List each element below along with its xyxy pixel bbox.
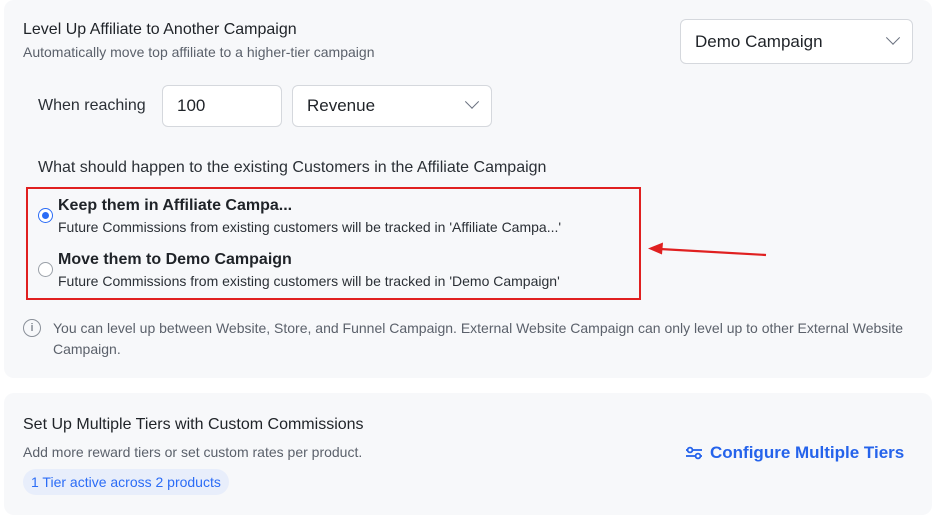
- tiers-subtitle: Add more reward tiers or set custom rate…: [23, 444, 363, 460]
- when-reaching-label: When reaching: [38, 97, 146, 114]
- radio-keep-customers[interactable]: [38, 208, 53, 223]
- info-text: You can level up between Website, Store,…: [53, 320, 904, 357]
- chevron-down-icon: [885, 30, 901, 45]
- radio-move-customers[interactable]: [38, 262, 53, 277]
- campaign-select-value: Demo Campaign: [695, 31, 823, 51]
- tiers-title: Set Up Multiple Tiers with Custom Commis…: [23, 416, 364, 433]
- info-icon: i: [23, 319, 41, 337]
- threshold-input[interactable]: 100: [162, 85, 282, 127]
- campaign-select[interactable]: Demo Campaign: [680, 19, 913, 64]
- customers-question: What should happen to the existing Custo…: [38, 159, 547, 176]
- option-keep-title[interactable]: Keep them in Affiliate Campa...: [58, 197, 292, 215]
- chevron-down-icon: [464, 94, 480, 109]
- configure-tiers-link[interactable]: Configure Multiple Tiers: [684, 443, 904, 463]
- level-up-subtitle: Automatically move top affiliate to a hi…: [23, 44, 375, 60]
- option-keep-description: Future Commissions from existing custome…: [58, 219, 562, 235]
- metric-select-value: Revenue: [307, 96, 376, 115]
- annotation-arrow-icon: [648, 242, 767, 257]
- sliders-icon: [686, 446, 702, 460]
- level-up-title: Level Up Affiliate to Another Campaign: [23, 21, 297, 38]
- configure-tiers-label: Configure Multiple Tiers: [710, 443, 905, 462]
- option-move-title[interactable]: Move them to Demo Campaign: [58, 251, 292, 269]
- metric-select[interactable]: Revenue: [292, 85, 492, 127]
- tiers-status-badge: 1 Tier active across 2 products: [23, 469, 229, 495]
- threshold-value: 100: [177, 96, 206, 115]
- option-move-description: Future Commissions from existing custome…: [58, 273, 560, 289]
